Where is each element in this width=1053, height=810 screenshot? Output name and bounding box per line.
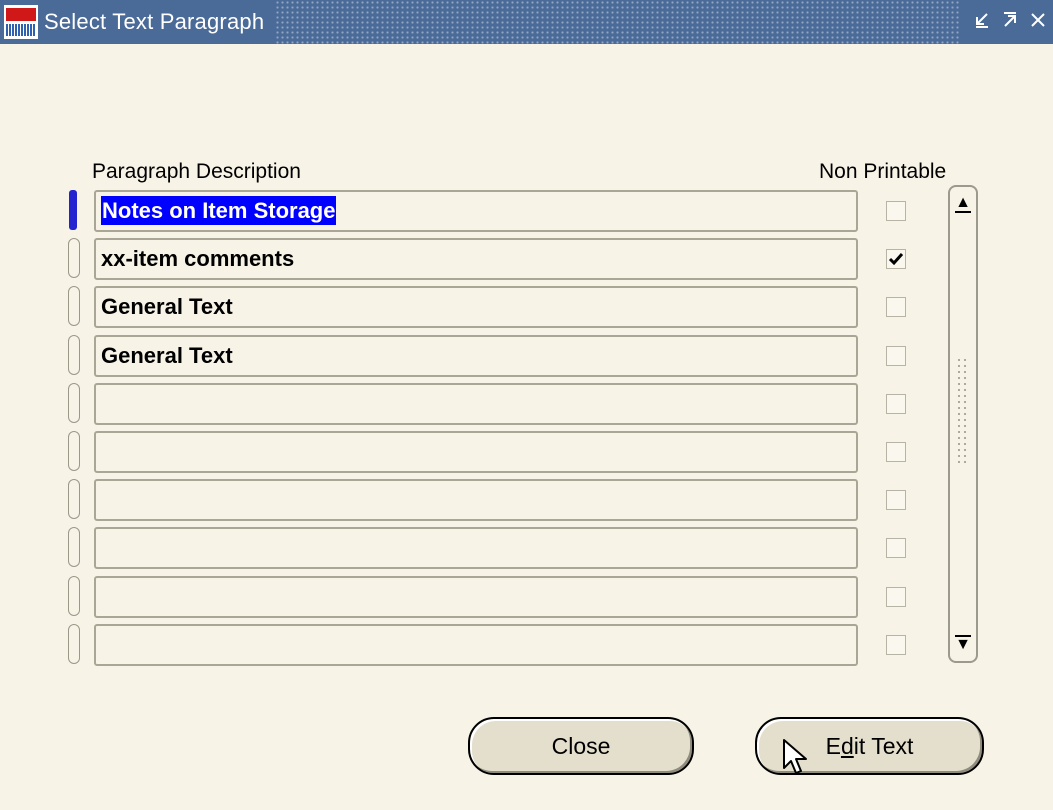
non-printable-checkbox[interactable]	[886, 586, 906, 607]
record-indicator[interactable]	[68, 527, 80, 568]
paragraph-description-text: Notes on Item Storage	[101, 196, 337, 225]
non-printable-checkbox[interactable]	[886, 297, 906, 318]
record-indicator[interactable]	[68, 575, 80, 616]
edit-text-mnemonic: d	[840, 733, 854, 759]
table-row[interactable]	[66, 381, 866, 427]
non-printable-checkbox[interactable]	[886, 201, 906, 221]
non-printable-checkbox[interactable]	[886, 345, 906, 366]
non-printable-checkbox[interactable]	[886, 634, 906, 655]
paragraph-description-text: xx-item comments	[101, 246, 295, 272]
table-row[interactable]	[66, 477, 866, 523]
scroll-thumb[interactable]	[956, 357, 970, 467]
paragraph-description-text: General Text	[101, 294, 233, 320]
paragraph-description-field[interactable]: Notes on Item Storage	[94, 190, 858, 232]
record-indicator[interactable]	[68, 623, 80, 664]
record-indicator[interactable]	[68, 286, 80, 327]
edit-text-label-prefix: E	[825, 733, 841, 759]
table-row[interactable]: xx-item comments	[66, 236, 866, 282]
table-row[interactable]	[66, 429, 866, 475]
table-row[interactable]	[66, 525, 866, 571]
record-indicator[interactable]	[68, 431, 80, 471]
scroll-up-arrow-icon[interactable]: ▲	[952, 191, 974, 215]
paragraph-description-field[interactable]	[94, 623, 858, 666]
non-printable-checkbox[interactable]	[886, 442, 906, 462]
close-icon[interactable]	[1027, 11, 1049, 33]
table-row[interactable]	[66, 574, 866, 620]
paragraph-description-field[interactable]	[94, 382, 858, 425]
record-indicator[interactable]	[68, 334, 80, 375]
paragraph-description-field[interactable]: xx-item comments	[94, 238, 858, 281]
title-bar[interactable]: Select Text Paragraph	[0, 0, 1053, 44]
non-printable-checkbox[interactable]	[886, 249, 906, 270]
non-printable-checkbox[interactable]	[886, 393, 906, 414]
record-indicator[interactable]	[68, 382, 80, 423]
mouse-pointer-icon	[783, 739, 807, 774]
table-row[interactable]: Notes on Item Storage	[66, 188, 866, 234]
paragraph-description-field[interactable]	[94, 575, 858, 618]
record-indicator[interactable]	[68, 238, 80, 279]
header-paragraph-description: Paragraph Description	[92, 160, 301, 183]
window-title: Select Text Paragraph	[44, 9, 265, 34]
title-area: Select Text Paragraph	[0, 0, 277, 44]
scroll-down-arrow-icon[interactable]: ▼	[952, 633, 974, 657]
table-row[interactable]	[66, 622, 866, 668]
paragraph-description-field[interactable]	[94, 527, 858, 570]
oracle-app-icon	[4, 5, 38, 39]
non-printable-checkbox[interactable]	[886, 538, 906, 559]
non-printable-checkbox[interactable]	[886, 490, 906, 511]
paragraph-description-field[interactable]	[94, 431, 858, 473]
vertical-scrollbar[interactable]: ▲ ▼	[948, 185, 978, 663]
window-controls	[961, 0, 1053, 44]
maximize-icon[interactable]	[999, 11, 1021, 33]
minimize-icon[interactable]	[971, 11, 993, 33]
table-row[interactable]: General Text	[66, 284, 866, 330]
close-button[interactable]: Close	[468, 717, 694, 775]
table-row[interactable]: General Text	[66, 333, 866, 379]
paragraph-description-field[interactable]: General Text	[94, 334, 858, 377]
paragraph-description-field[interactable]	[94, 479, 858, 522]
edit-text-label-suffix: it Text	[853, 733, 914, 759]
paragraph-description-text: General Text	[101, 342, 233, 368]
header-non-printable: Non Printable	[819, 160, 947, 183]
record-indicator[interactable]	[68, 479, 80, 520]
record-indicator[interactable]	[69, 190, 77, 230]
paragraph-description-field[interactable]: General Text	[94, 286, 858, 329]
